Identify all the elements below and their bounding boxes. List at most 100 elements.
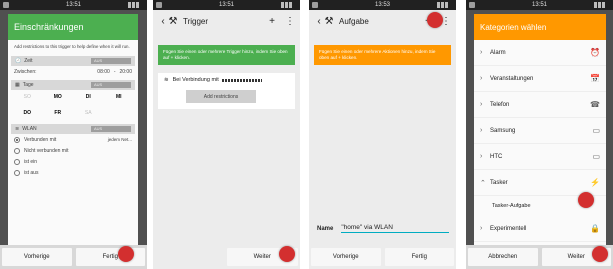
status-bar: 13:51 — [153, 0, 300, 10]
done-button[interactable]: Fertig — [384, 248, 454, 266]
trigger-card[interactable]: ≋ Bei Verbindung mit Add restrictions — [158, 73, 295, 109]
category-telefon[interactable]: › Telefon ☎ — [474, 92, 606, 118]
category-htc[interactable]: › HTC ▭ — [474, 144, 606, 170]
section-zeit: 🕘 Zeit AUS — [11, 56, 135, 66]
network-select[interactable]: jedem Net... — [108, 137, 132, 142]
done-button[interactable]: Fertig — [75, 248, 145, 266]
clock-icon: 🕘 — [15, 58, 22, 64]
category-label: Veranstaltungen — [490, 75, 534, 82]
add-icon[interactable]: + — [266, 16, 278, 27]
signal-icon — [280, 2, 296, 8]
time-separator: - — [113, 69, 116, 75]
day-mo[interactable]: MO — [43, 94, 74, 100]
day-mi[interactable]: MI — [104, 94, 135, 100]
category-list: › Alarm ⏰ › Veranstaltungen 📅 › Telefon ☎ › Samsun… — [474, 40, 606, 196]
name-input[interactable]: "home" via WLAN — [341, 224, 450, 233]
day-sa[interactable]: SA — [73, 110, 104, 116]
radio-button[interactable] — [14, 147, 20, 154]
restrictions-dialog: Einschränkungen Add restrictions to this… — [8, 14, 138, 250]
chevron-right-icon: › — [480, 153, 483, 160]
hint-banner: Fügen Sie einen oder mehrere Aktionen hi… — [314, 45, 451, 65]
chevron-right-icon: › — [480, 49, 483, 56]
screen-restrictions: 13:51 Einschränkungen Add restrictions t… — [0, 0, 147, 269]
button-bar: Weiter — [153, 245, 300, 269]
dialog-title: Einschränkungen — [8, 14, 138, 40]
radio-button[interactable] — [14, 169, 20, 176]
wlan-toggle[interactable]: AUS — [91, 126, 131, 132]
category-alarm[interactable]: › Alarm ⏰ — [474, 40, 606, 66]
status-time: 13:53 — [374, 2, 390, 8]
more-vert-icon[interactable]: ⋮ — [284, 16, 296, 27]
section-wlan: ≋ WLAN AUS — [11, 124, 135, 134]
time-from[interactable]: 08:00 — [97, 69, 110, 75]
status-time: 13:51 — [65, 2, 81, 8]
tage-toggle[interactable]: AUS — [91, 82, 131, 88]
status-bar: 13:51 — [0, 0, 147, 10]
day-do[interactable]: DO — [12, 110, 43, 116]
status-bar: 13:51 — [466, 0, 613, 10]
back-button[interactable]: Vorherige — [311, 248, 381, 266]
radio-button[interactable] — [14, 158, 20, 165]
tool-icon: ⚒ — [168, 16, 178, 27]
name-row: Name "home" via WLAN — [317, 224, 450, 233]
radio-off[interactable]: ist aus — [8, 167, 138, 178]
category-label: Experimentell — [490, 225, 527, 232]
tool-icon: ⚒ — [324, 16, 334, 27]
lock-icon: 🔒 — [590, 224, 600, 233]
page-title: Trigger — [183, 17, 209, 26]
radio-label: Nicht verbunden mit — [24, 147, 69, 154]
chevron-right-icon: › — [480, 225, 483, 232]
category-label: HTC — [490, 153, 503, 160]
category-veranstaltungen[interactable]: › Veranstaltungen 📅 — [474, 66, 606, 92]
section-wlan-label: WLAN — [22, 126, 37, 132]
hint-banner: Fügen Sie einen oder mehrere Trigger hin… — [158, 45, 295, 65]
samsung-icon: ▭ — [592, 126, 600, 135]
section-tage: ▦ Tage AUS — [11, 80, 135, 90]
category-label: Samsung — [490, 127, 516, 134]
name-label: Name — [317, 225, 334, 232]
section-zeit-label: Zeit — [24, 58, 33, 64]
category-samsung[interactable]: › Samsung ▭ — [474, 118, 606, 144]
chevron-right-icon: › — [480, 101, 483, 108]
button-bar: Vorherige Fertig — [309, 245, 456, 269]
page-title: Aufgabe — [339, 17, 369, 26]
screen-trigger: 13:51 ‹ ⚒ Trigger + ⋮ Fügen Sie einen od… — [153, 0, 300, 269]
radio-button[interactable] — [14, 136, 20, 143]
radio-on[interactable]: ist ein — [8, 156, 138, 167]
day-di[interactable]: DI — [73, 94, 104, 100]
dialog-title: Kategorien wählen — [474, 14, 606, 40]
chevron-right-icon: › — [480, 127, 483, 134]
categories-dialog: Kategorien wählen › Alarm ⏰ › Veranstaltunge… — [474, 14, 606, 250]
tap-indicator — [279, 246, 295, 262]
dialog-description: Add restrictions to this trigger to help… — [14, 44, 130, 49]
screen-task: 13:53 ‹ ⚒ Aufgabe + ⋮ Fügen Sie einen od… — [309, 0, 456, 269]
screen-categories: 13:51 Kategorien wählen › Alarm ⏰ › Veransta… — [466, 0, 613, 269]
radio-not-connected[interactable]: Nicht verbunden mit — [8, 145, 138, 156]
section-tage-label: Tage — [22, 82, 34, 88]
chevron-right-icon: › — [480, 75, 483, 82]
zeit-toggle[interactable]: AUS — [91, 58, 131, 64]
back-button[interactable]: Vorherige — [2, 248, 72, 266]
category-label: Tasker — [490, 179, 508, 186]
signal-icon — [127, 2, 143, 8]
button-bar: Abbrechen Weiter — [466, 245, 613, 269]
calendar-icon: ▦ — [15, 82, 20, 88]
cancel-button[interactable]: Abbrechen — [468, 248, 538, 266]
day-so[interactable]: SO — [12, 94, 43, 100]
radio-connected[interactable]: Verbunden mit jedem Net... — [8, 134, 138, 145]
category-experimental[interactable]: › Experimentell 🔒 — [474, 216, 606, 242]
chevron-up-icon: ⌃ — [480, 179, 486, 187]
tap-indicator — [578, 192, 594, 208]
trigger-label: Bei Verbindung mit — [172, 77, 219, 83]
category-label: Alarm — [490, 49, 506, 56]
app-bar: ‹ ⚒ Trigger + ⋮ — [153, 10, 300, 33]
time-range-row: Zwischen: 08:00 - 20:00 — [8, 66, 138, 78]
time-to[interactable]: 20:00 — [119, 69, 132, 75]
lightning-icon: ⚡ — [590, 178, 600, 187]
alarm-clock-icon: ⏰ — [590, 48, 600, 57]
day-fr[interactable]: FR — [43, 110, 74, 116]
add-restrictions-button[interactable]: Add restrictions — [186, 90, 256, 103]
wifi-icon: ≋ — [15, 126, 20, 132]
sub-item-label: Tasker-Aufgabe — [492, 203, 531, 209]
tap-indicator — [118, 246, 134, 262]
